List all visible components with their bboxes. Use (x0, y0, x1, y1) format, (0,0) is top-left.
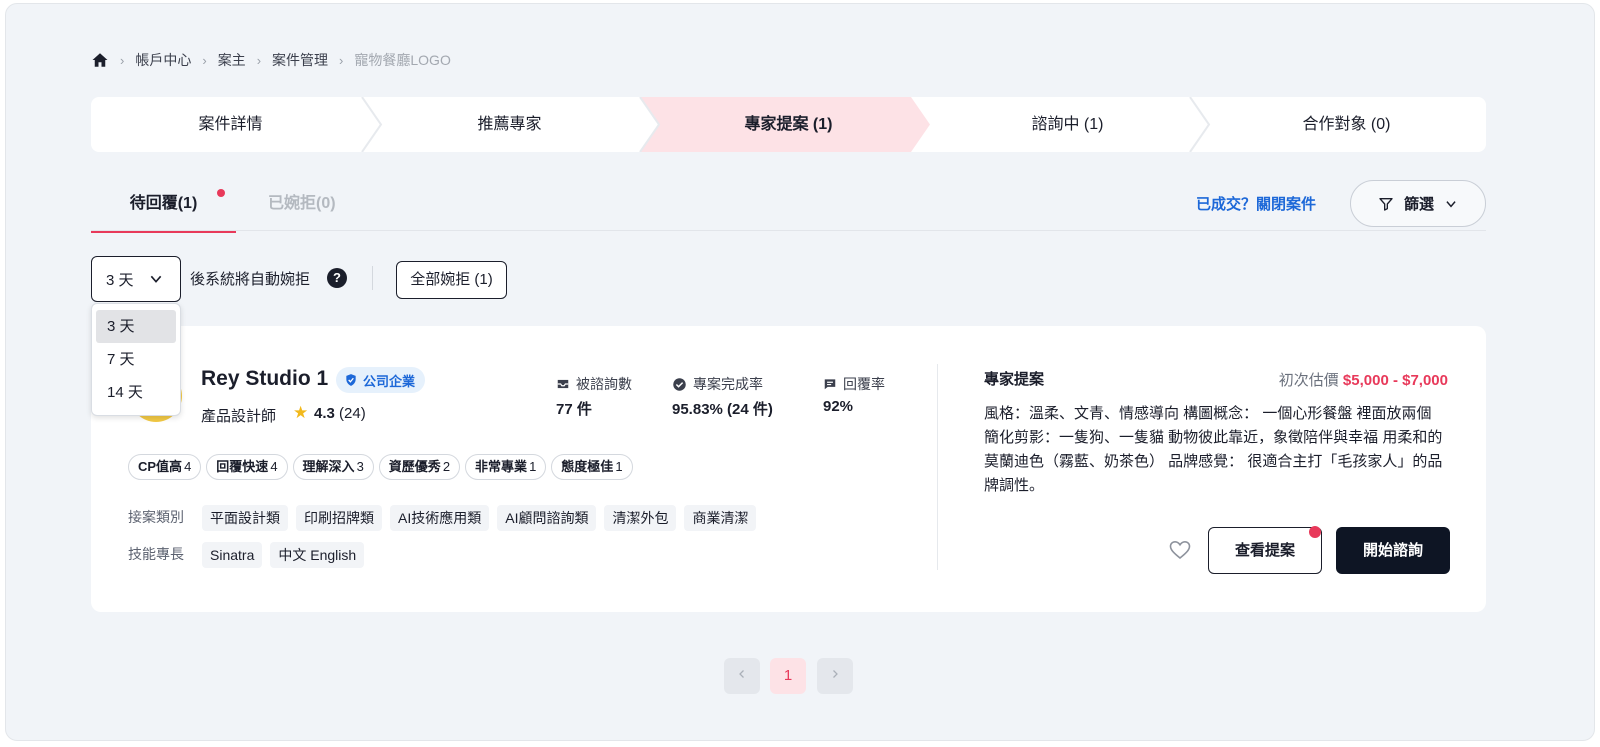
pagination-page-1[interactable]: 1 (770, 658, 806, 694)
pagination-prev-button[interactable] (724, 658, 760, 694)
step-case-detail[interactable]: 案件詳情 (91, 97, 370, 152)
skill-chip: Sinatra (202, 542, 263, 568)
vertical-divider (372, 266, 373, 290)
category-chip: AI技術應用類 (390, 505, 490, 531)
proposal-title: 專家提案 (984, 371, 1045, 388)
tab-pending[interactable]: 待回覆(1) (91, 189, 236, 233)
pagination-next-button[interactable] (817, 658, 853, 694)
chevron-right-icon (833, 670, 838, 678)
notification-dot (217, 189, 225, 197)
breadcrumb-separator: › (256, 52, 262, 68)
breadcrumb-item-current: 寵物餐廳LOGO (354, 52, 451, 68)
review-tag: CP值高 4 (128, 454, 202, 480)
proposal-body: 風格：溫柔、文青、情感導向 構圖概念： 一個心形餐盤 裡面放兩個簡化剪影：一隻狗… (984, 405, 1443, 494)
filter-label: 篩選 (1403, 196, 1434, 213)
breadcrumb-separator: › (339, 52, 344, 68)
inbox-icon (557, 379, 569, 389)
expert-role: 產品設計師 (201, 408, 277, 425)
days-option-3[interactable]: 3 天 (96, 310, 176, 343)
category-label: 接案類別 (128, 509, 184, 525)
message-icon (824, 379, 836, 390)
days-dropdown-menu: 3 天 7 天 14 天 (91, 303, 181, 416)
step-progress-bar: 案件詳情 推薦專家 專家提案 (1) 諮詢中 (1) 合作對象 (0) (91, 97, 1486, 152)
stat-completion-value: 95.83% (24 件) (672, 401, 773, 418)
start-consultation-button[interactable]: 開始諮詢 (1336, 527, 1450, 574)
check-circle-icon (673, 377, 686, 391)
rating-count: (24) (339, 405, 366, 422)
filter-icon (1379, 197, 1393, 211)
expert-rating: 4.3 (24) (314, 405, 366, 422)
card-divider (937, 364, 938, 570)
breadcrumb-item-client[interactable]: 案主 (218, 50, 246, 70)
step-partners[interactable]: 合作對象 (0) (1207, 97, 1486, 152)
days-option-7[interactable]: 7 天 (96, 343, 176, 376)
review-tag: 態度極佳 1 (551, 454, 633, 480)
star-icon: ★ (293, 403, 309, 422)
skill-chip: 中文 English (270, 542, 365, 568)
tab-divider (91, 230, 1486, 231)
home-icon[interactable] (91, 51, 109, 69)
review-tag: 理解深入 3 (292, 454, 374, 480)
company-badge-label: 公司企業 (363, 373, 416, 389)
initial-estimate: 初次估價 $5,000 - $7,000 (1279, 369, 1448, 390)
auto-reject-days-select[interactable]: 3 天 (91, 256, 181, 302)
tab-pending-label: 待回覆(1) (129, 195, 198, 212)
breadcrumb-separator: › (202, 52, 207, 68)
price-value: $5,000 - $7,000 (1342, 372, 1448, 389)
step-consulting[interactable]: 諮詢中 (1) (928, 97, 1207, 152)
review-tag: 回覆快速 4 (206, 454, 288, 480)
chevron-left-icon (739, 670, 744, 678)
rating-value: 4.3 (314, 405, 335, 422)
stat-completion-label: 專案完成率 (672, 374, 763, 394)
stat-reply-rate-label: 回覆率 (823, 374, 885, 394)
close-case-link[interactable]: 已成交？關閉案件 (1196, 193, 1316, 214)
notification-dot (1309, 526, 1321, 538)
company-badge: 公司企業 (336, 367, 426, 393)
price-label: 初次估價 (1278, 372, 1339, 389)
category-chips: 平面設計類 印刷招牌類 AI技術應用類 AI顧問諮詢類 清潔外包 商業清潔 (202, 505, 757, 531)
category-chip: 商業清潔 (684, 505, 757, 531)
stat-consult-count-value: 77 件 (556, 401, 592, 418)
breadcrumb: › 帳戶中心 › 案主 › 案件管理 › 寵物餐廳LOGO (91, 50, 451, 70)
review-tags: CP值高 4 回覆快速 4 理解深入 3 資歷優秀 2 非常專業 1 態度極佳 1 (128, 454, 633, 480)
step-recommended-experts[interactable]: 推薦專家 (370, 97, 649, 152)
review-tag: 資歷優秀 2 (378, 454, 461, 480)
heart-icon[interactable] (1167, 538, 1193, 562)
expert-name[interactable]: Rey Studio 1 (201, 367, 328, 391)
review-tag: 非常專業 1 (465, 454, 547, 480)
tab-declined[interactable]: 已婉拒(0) (268, 189, 336, 213)
category-chip: 印刷招牌類 (296, 505, 382, 531)
skills-label: 技能專長 (128, 546, 184, 562)
verified-shield-icon (346, 374, 356, 386)
auto-reject-text: 後系統將自動婉拒 (190, 271, 311, 288)
stat-reply-rate-value: 92% (823, 398, 854, 415)
category-chip: 清潔外包 (604, 505, 677, 531)
breadcrumb-item-account[interactable]: 帳戶中心 (135, 50, 191, 70)
skill-chips: Sinatra 中文 English (202, 542, 365, 568)
category-chip: AI顧問諮詢類 (497, 505, 597, 531)
step-expert-proposals[interactable]: 專家提案 (1) (649, 97, 928, 152)
reject-all-button[interactable]: 全部婉拒 (1) (396, 261, 507, 299)
stat-consult-count-label: 被諮詢數 (556, 374, 632, 394)
breadcrumb-item-cases[interactable]: 案件管理 (272, 50, 328, 70)
days-option-14[interactable]: 14 天 (96, 376, 176, 409)
chevron-down-icon (1446, 200, 1456, 207)
filter-button[interactable]: 篩選 (1350, 180, 1486, 227)
breadcrumb-separator: › (120, 52, 125, 68)
days-select-value: 3 天 (106, 271, 134, 289)
question-circle-icon[interactable]: ? (327, 268, 347, 288)
chevron-down-icon (150, 275, 161, 283)
view-proposal-button[interactable]: 查看提案 (1208, 527, 1322, 574)
category-chip: 平面設計類 (202, 505, 288, 531)
